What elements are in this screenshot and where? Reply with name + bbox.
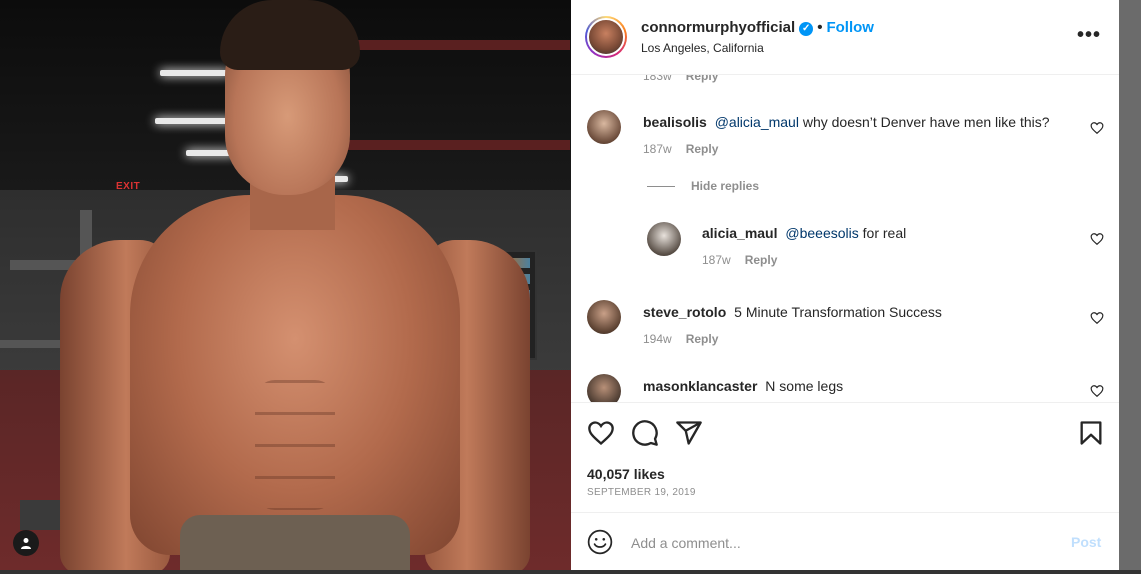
post-header: connormurphyofficial ✓ • Follow Los Angeles… bbox=[571, 0, 1119, 75]
comment-icon[interactable] bbox=[631, 419, 659, 447]
hide-replies-button[interactable]: Hide replies bbox=[647, 179, 759, 193]
clipped-comment-meta: 183w Reply bbox=[643, 75, 718, 83]
comment-time: 194w bbox=[643, 332, 672, 346]
post-location[interactable]: Los Angeles, California bbox=[641, 41, 764, 55]
commenter-avatar[interactable] bbox=[647, 222, 681, 256]
comment-input[interactable] bbox=[631, 531, 1051, 555]
comment-username[interactable]: masonklancaster bbox=[643, 378, 757, 394]
commenter-avatar[interactable] bbox=[587, 374, 621, 402]
like-comment-heart-icon[interactable] bbox=[1090, 384, 1104, 398]
hide-replies-label: Hide replies bbox=[691, 179, 760, 193]
post-comment-button[interactable]: Post bbox=[1071, 534, 1101, 550]
post-actions: 40,057 likes SEPTEMBER 19, 2019 bbox=[571, 402, 1119, 512]
comment-mention[interactable]: @alicia_maul bbox=[715, 114, 799, 130]
comment-body: 5 Minute Transformation Success bbox=[734, 304, 942, 320]
post-photo: EXIT bbox=[0, 0, 571, 570]
like-comment-heart-icon[interactable] bbox=[1090, 311, 1104, 325]
tagged-user-button[interactable] bbox=[13, 530, 39, 556]
likes-count[interactable]: 40,057 likes bbox=[587, 466, 665, 482]
comment-mention[interactable]: @beeesolis bbox=[785, 225, 858, 241]
author-avatar[interactable] bbox=[585, 16, 627, 58]
comment-time: 187w bbox=[643, 142, 672, 156]
comment-body: why doesn’t Denver have men like this? bbox=[802, 114, 1050, 130]
comments-list[interactable]: 183w Reply bealisolis @alicia_maul why do… bbox=[571, 75, 1119, 402]
verified-badge-icon: ✓ bbox=[799, 22, 814, 36]
reply-button[interactable]: Reply bbox=[745, 253, 778, 267]
reply-button[interactable]: Reply bbox=[686, 142, 719, 156]
like-heart-icon[interactable] bbox=[587, 419, 615, 447]
commenter-avatar[interactable] bbox=[587, 110, 621, 144]
person-figure bbox=[60, 0, 530, 570]
commenter-avatar[interactable] bbox=[587, 300, 621, 334]
modal-backdrop[interactable] bbox=[1119, 0, 1141, 574]
like-comment-heart-icon[interactable] bbox=[1090, 232, 1104, 246]
like-comment-heart-icon[interactable] bbox=[1090, 121, 1104, 135]
comment-time: 187w bbox=[702, 253, 731, 267]
separator-dot: • bbox=[817, 19, 823, 36]
share-icon[interactable] bbox=[675, 419, 703, 447]
comment-body: for real bbox=[862, 225, 907, 241]
follow-button[interactable]: Follow bbox=[826, 19, 874, 36]
reply-button[interactable]: Reply bbox=[686, 75, 719, 83]
comment-time: 183w bbox=[643, 75, 672, 83]
bottom-strip bbox=[0, 570, 1141, 574]
instagram-post-modal: EXIT connormurphyofficial ✓ • Follow Los… bbox=[0, 0, 1141, 574]
comment-username[interactable]: bealisolis bbox=[643, 114, 707, 130]
emoji-icon[interactable] bbox=[587, 529, 613, 555]
post-side-panel: connormurphyofficial ✓ • Follow Los Angeles… bbox=[571, 0, 1119, 570]
comment-username[interactable]: alicia_maul bbox=[702, 225, 778, 241]
bookmark-icon[interactable] bbox=[1077, 419, 1105, 447]
post-date[interactable]: SEPTEMBER 19, 2019 bbox=[587, 487, 696, 498]
add-comment-bar: Post bbox=[571, 512, 1119, 570]
comment-username[interactable]: steve_rotolo bbox=[643, 304, 726, 320]
reply-button[interactable]: Reply bbox=[686, 332, 719, 346]
user-icon bbox=[21, 538, 31, 549]
divider-line bbox=[647, 186, 675, 188]
comment-body: N some legs bbox=[765, 378, 844, 394]
author-username[interactable]: connormurphyofficial bbox=[641, 19, 795, 36]
more-options-button[interactable]: ••• bbox=[1077, 24, 1101, 47]
